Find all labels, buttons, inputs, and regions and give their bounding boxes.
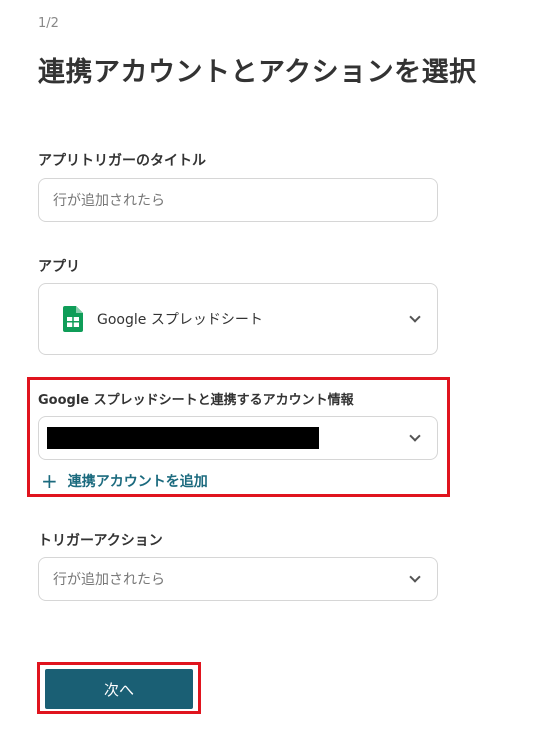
trigger-action-value: 行が追加されたら	[53, 572, 165, 588]
step-indicator: 1/2	[38, 16, 59, 31]
trigger-action-label: トリガーアクション	[38, 533, 163, 549]
app-selected-value: Google スプレッドシート	[53, 306, 263, 332]
chevron-down-icon	[409, 571, 421, 583]
page-title: 連携アカウントとアクションを選択	[38, 57, 477, 88]
app-name: Google スプレッドシート	[97, 312, 263, 328]
next-button-highlight: 次へ	[37, 662, 201, 714]
redacted-account-value	[47, 427, 319, 449]
next-button[interactable]: 次へ	[45, 669, 193, 709]
trigger-title-value: 行が追加されたら	[53, 193, 165, 209]
add-account-label: 連携アカウントを追加	[67, 474, 208, 490]
trigger-title-label: アプリトリガーのタイトル	[38, 153, 206, 169]
chevron-down-icon	[409, 430, 421, 442]
chevron-down-icon	[409, 311, 421, 323]
plus-icon: +	[41, 469, 58, 493]
trigger-title-input[interactable]: 行が追加されたら	[38, 178, 438, 222]
account-select[interactable]	[38, 416, 438, 460]
google-sheets-icon	[63, 306, 83, 332]
add-account-link[interactable]: + 連携アカウントを追加	[41, 471, 208, 491]
connection-settings-page: 1/2 連携アカウントとアクションを選択 アプリトリガーのタイトル 行が追加され…	[0, 0, 535, 750]
account-label: Google スプレッドシートと連携するアカウント情報	[38, 393, 354, 408]
trigger-action-select[interactable]: 行が追加されたら	[38, 557, 438, 601]
app-label: アプリ	[38, 259, 80, 275]
app-select[interactable]: Google スプレッドシート	[38, 283, 438, 355]
